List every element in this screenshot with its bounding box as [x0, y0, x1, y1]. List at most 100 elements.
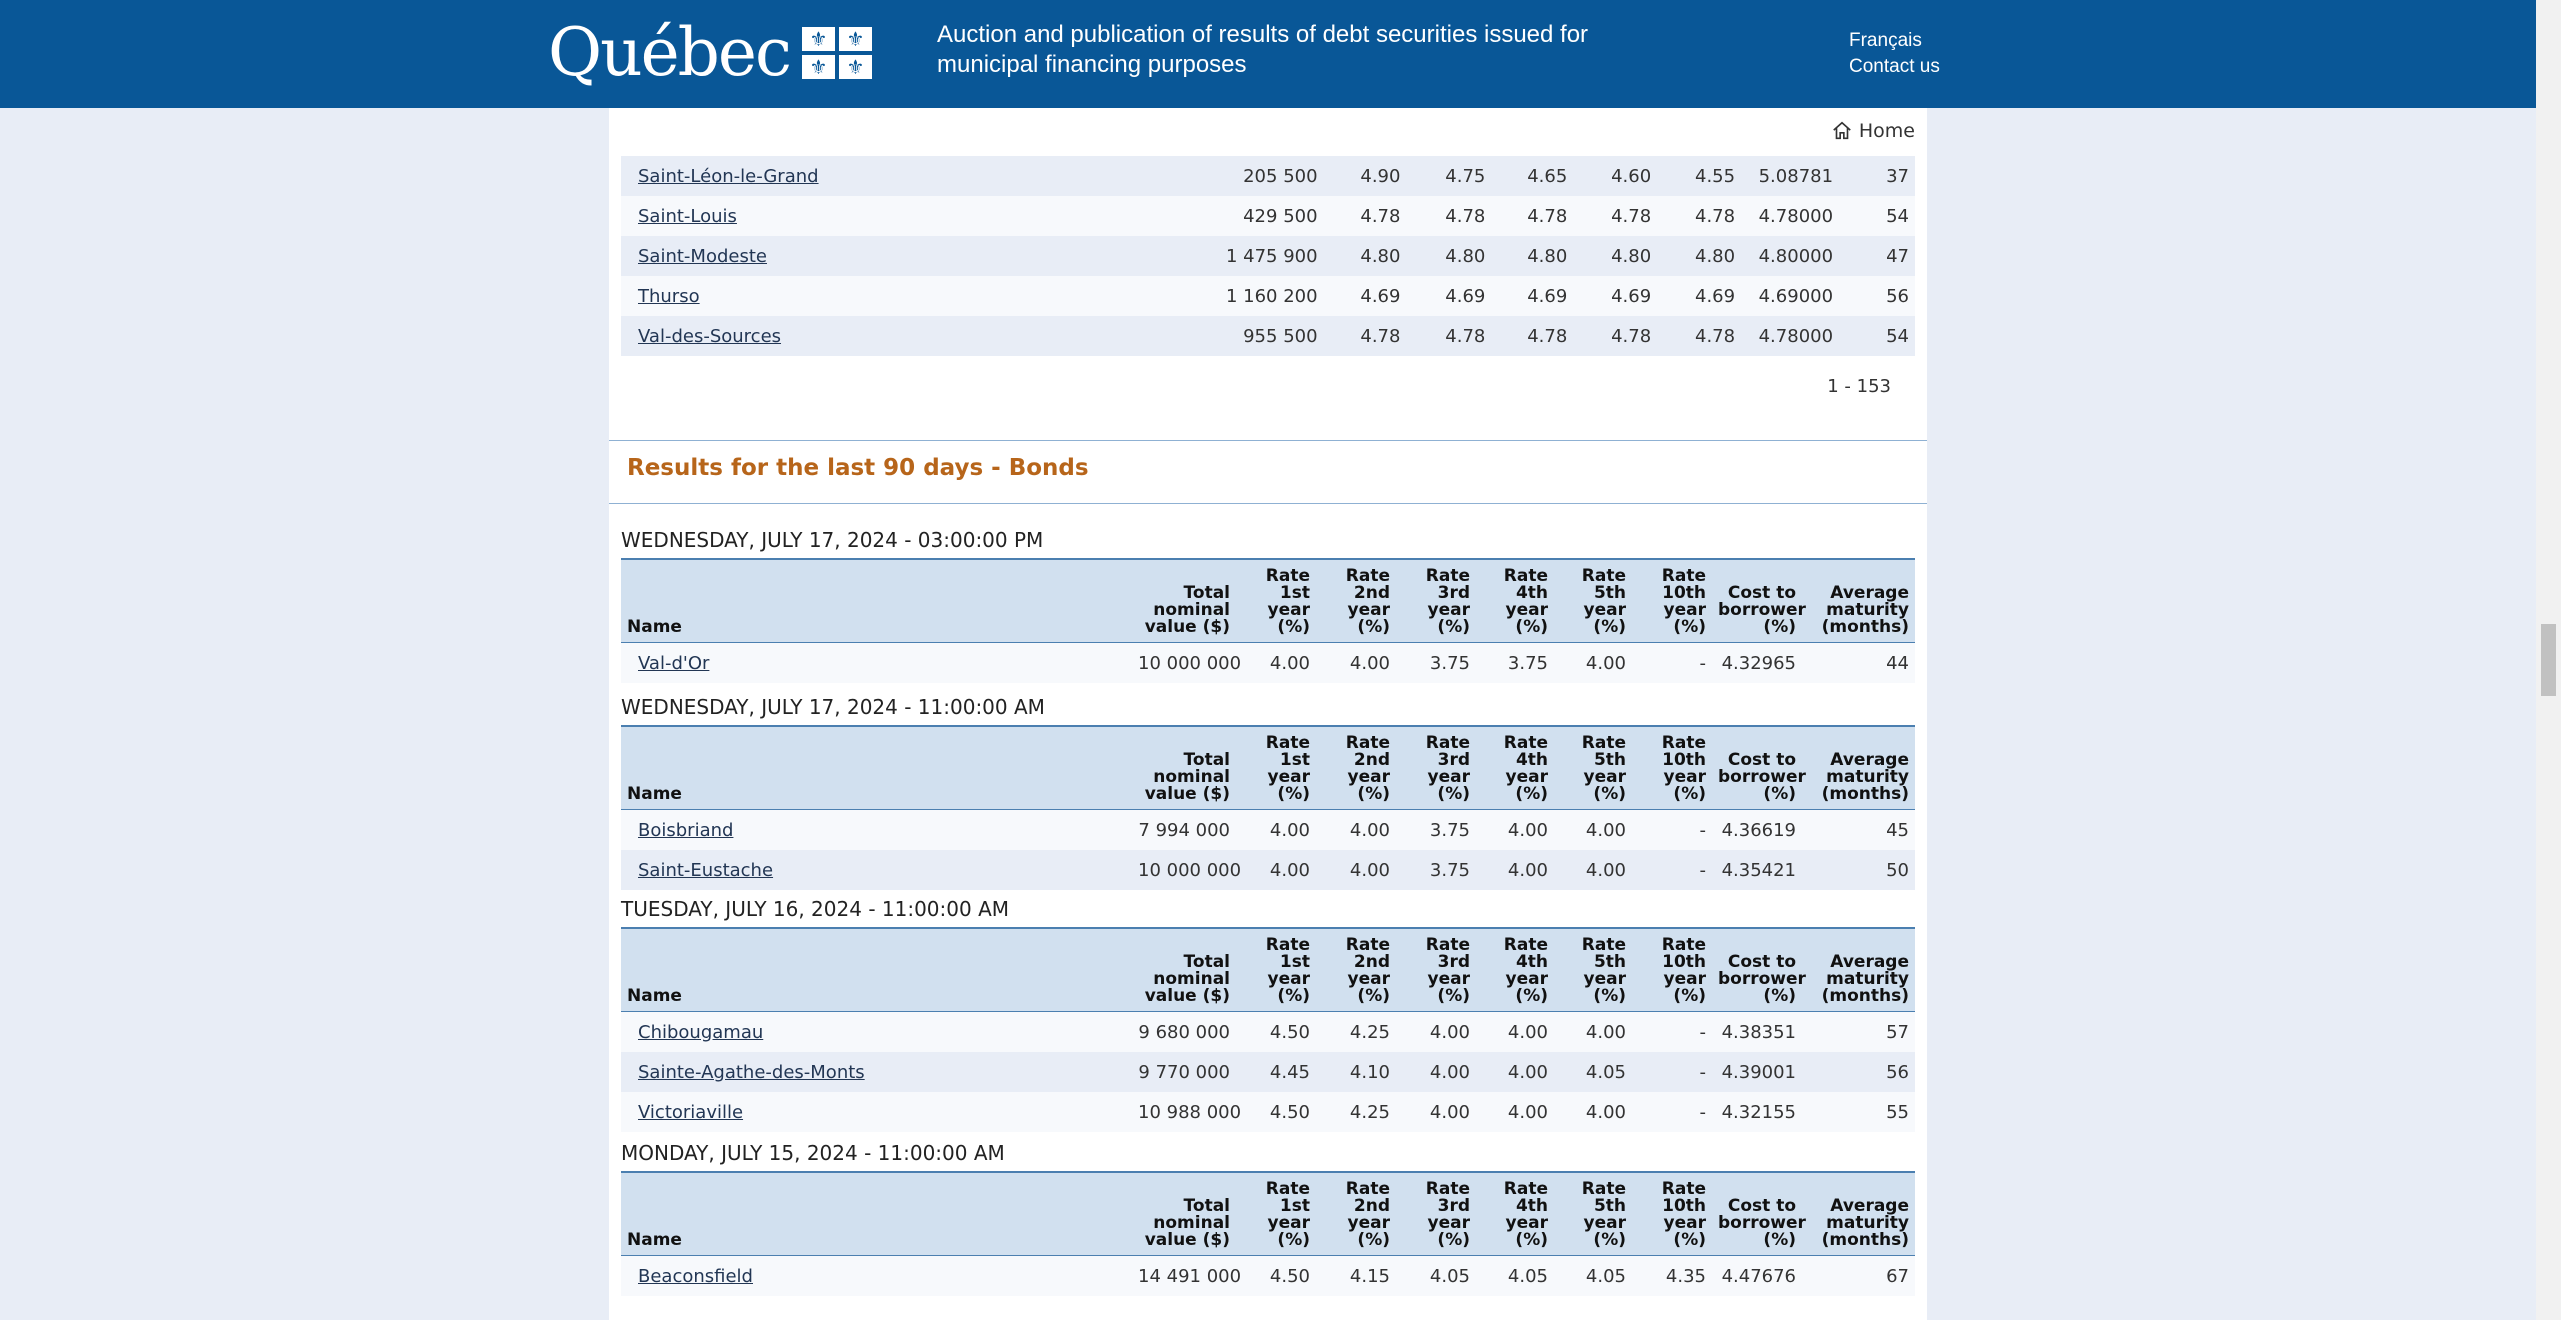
municipality-link[interactable]: Val-d'Or: [638, 653, 709, 674]
value-cell: 4.69: [1611, 285, 1652, 307]
value-cell: 4.78: [1527, 205, 1568, 227]
fleur-de-lis-icon: ⚜ ⚜ ⚜ ⚜: [801, 27, 872, 79]
table-row: Saint-Modeste 1 475 900 4.80 4.80 4.80 4.80 4.…: [621, 236, 1915, 276]
table-row: Victoriaville 10 988 000 4.50 4.25 4.00 4.00 4…: [621, 1092, 1915, 1132]
language-link[interactable]: Français: [1849, 28, 1940, 54]
municipality-link[interactable]: Saint-Modeste: [638, 246, 767, 267]
municipality-link[interactable]: Saint-Eustache: [638, 860, 773, 881]
value-cell: 4.47676: [1721, 1265, 1796, 1287]
column-header: Rate 10th year (%): [1632, 927, 1712, 1012]
site-header: Québec ⚜ ⚜ ⚜ ⚜ Auction and publication of r…: [0, 0, 2536, 108]
column-header: Name: [621, 1171, 1132, 1256]
column-header: Rate 3rd year (%): [1396, 927, 1476, 1012]
value-cell: 4.65: [1527, 165, 1568, 187]
value-cell: 4.00: [1585, 1021, 1626, 1043]
municipality-link[interactable]: Boisbriand: [638, 820, 733, 841]
value-cell: 4.55: [1695, 165, 1736, 187]
value-cell: 4.38351: [1721, 1021, 1796, 1043]
value-cell: 4.05: [1585, 1265, 1626, 1287]
name-cell: Thurso: [621, 276, 1220, 316]
table-row: Saint-Eustache 10 000 000 4.00 4.00 3.75 4.00…: [621, 850, 1915, 890]
results-table-previous: Saint-Léon-le-Grand 205 500 4.90 4.75 4.65 4.…: [621, 156, 1915, 356]
value-cell: -: [1699, 652, 1707, 674]
column-header: Cost to borrower (%): [1712, 927, 1806, 1012]
value-cell: 4.50: [1269, 1101, 1310, 1123]
column-header: Rate 5th year (%): [1554, 558, 1632, 643]
municipality-link[interactable]: Victoriaville: [638, 1102, 743, 1123]
value-cell: 9 680 000: [1138, 1021, 1230, 1043]
column-header: Rate 3rd year (%): [1396, 558, 1476, 643]
value-cell: 4.69: [1360, 285, 1401, 307]
auction-date: MONDAY, JULY 15, 2024 - 11:00:00 AM: [621, 1141, 1005, 1165]
value-cell: 10 000 000: [1138, 859, 1242, 881]
value-cell: 4.00: [1349, 859, 1390, 881]
value-cell: 4.00: [1507, 1021, 1548, 1043]
home-link[interactable]: Home: [1831, 120, 1915, 142]
municipality-link[interactable]: Beaconsfield: [638, 1266, 753, 1287]
name-cell: Saint-Eustache: [621, 850, 1132, 890]
column-header: Rate 1st year (%): [1236, 725, 1316, 810]
value-cell: 4.75: [1445, 165, 1486, 187]
page-scrollbar[interactable]: [2536, 0, 2561, 1320]
value-cell: 37: [1886, 165, 1909, 187]
value-cell: 4.80000: [1758, 245, 1834, 267]
contact-link[interactable]: Contact us: [1849, 54, 1940, 80]
column-header: Cost to borrower (%): [1712, 558, 1806, 643]
municipality-link[interactable]: Saint-Léon-le-Grand: [638, 166, 819, 187]
column-header: Average maturity (months): [1802, 927, 1915, 1012]
value-cell: 3.75: [1507, 652, 1548, 674]
auction-group: WEDNESDAY, JULY 17, 2024 - 11:00:00 AM Na…: [621, 693, 1915, 890]
name-cell: Saint-Léon-le-Grand: [621, 156, 1220, 196]
pagination-info: 1 - 153: [1827, 376, 1891, 397]
table-row: Val-des-Sources 955 500 4.78 4.78 4.78 4.78 4.…: [621, 316, 1915, 356]
value-cell: 50: [1886, 859, 1909, 881]
results-table: Name Total nominal value ($) Rate 1st year…: [621, 725, 1915, 890]
table-row: Sainte-Agathe-des-Monts 9 770 000 4.45 4.10…: [621, 1052, 1915, 1092]
value-cell: -: [1699, 819, 1707, 841]
value-cell: 4.00: [1507, 859, 1548, 881]
value-cell: 955 500: [1243, 325, 1318, 347]
name-cell: Saint-Louis: [621, 196, 1220, 236]
auction-group: WEDNESDAY, JULY 17, 2024 - 03:00:00 PM Na…: [621, 526, 1915, 683]
column-header: Cost to borrower (%): [1712, 1171, 1806, 1256]
scrollbar-thumb[interactable]: [2541, 624, 2556, 696]
value-cell: 4.78: [1611, 325, 1652, 347]
value-cell: 3.75: [1429, 819, 1470, 841]
municipality-link[interactable]: Val-des-Sources: [638, 326, 781, 347]
value-cell: 5.08781: [1758, 165, 1834, 187]
municipality-link[interactable]: Thurso: [638, 286, 700, 307]
value-cell: 4.78: [1611, 205, 1652, 227]
column-header: Name: [621, 927, 1132, 1012]
value-cell: 4.78: [1360, 325, 1401, 347]
value-cell: 1 160 200: [1225, 285, 1318, 307]
value-cell: 4.78: [1695, 205, 1736, 227]
value-cell: 56: [1886, 285, 1909, 307]
site-title: Auction and publication of results of de…: [937, 21, 1589, 78]
column-header: Name: [621, 558, 1132, 643]
value-cell: 4.80: [1445, 245, 1486, 267]
value-cell: 429 500: [1243, 205, 1318, 227]
results-table: Name Total nominal value ($) Rate 1st year…: [621, 927, 1915, 1132]
municipality-link[interactable]: Chibougamau: [638, 1022, 763, 1043]
column-header: Rate 2nd year (%): [1316, 1171, 1396, 1256]
table-row: Thurso 1 160 200 4.69 4.69 4.69 4.69 4.69 4.690…: [621, 276, 1915, 316]
value-cell: 4.25: [1349, 1101, 1390, 1123]
value-cell: 4.05: [1429, 1265, 1470, 1287]
value-cell: -: [1699, 859, 1707, 881]
municipality-link[interactable]: Saint-Louis: [638, 206, 737, 227]
value-cell: 4.78000: [1758, 325, 1834, 347]
auction-date: TUESDAY, JULY 16, 2024 - 11:00:00 AM: [621, 897, 1010, 921]
quebec-logo[interactable]: Québec ⚜ ⚜ ⚜ ⚜: [548, 18, 872, 88]
table-row: Beaconsfield 14 491 000 4.50 4.15 4.05 4.05 4.…: [621, 1255, 1915, 1296]
column-header: Total nominal value ($): [1132, 558, 1236, 643]
section-header: Results for the last 90 days - Bonds: [609, 440, 1927, 504]
top-nav: Français Contact us: [1849, 28, 1940, 80]
value-cell: 4.00: [1349, 652, 1390, 674]
value-cell: 57: [1886, 1021, 1909, 1043]
column-header: Rate 10th year (%): [1632, 725, 1712, 810]
value-cell: 7 994 000: [1138, 819, 1230, 841]
municipality-link[interactable]: Sainte-Agathe-des-Monts: [638, 1062, 865, 1083]
value-cell: 4.00: [1585, 652, 1626, 674]
value-cell: 4.60: [1611, 165, 1652, 187]
auction-date: WEDNESDAY, JULY 17, 2024 - 11:00:00 AM: [621, 695, 1045, 719]
